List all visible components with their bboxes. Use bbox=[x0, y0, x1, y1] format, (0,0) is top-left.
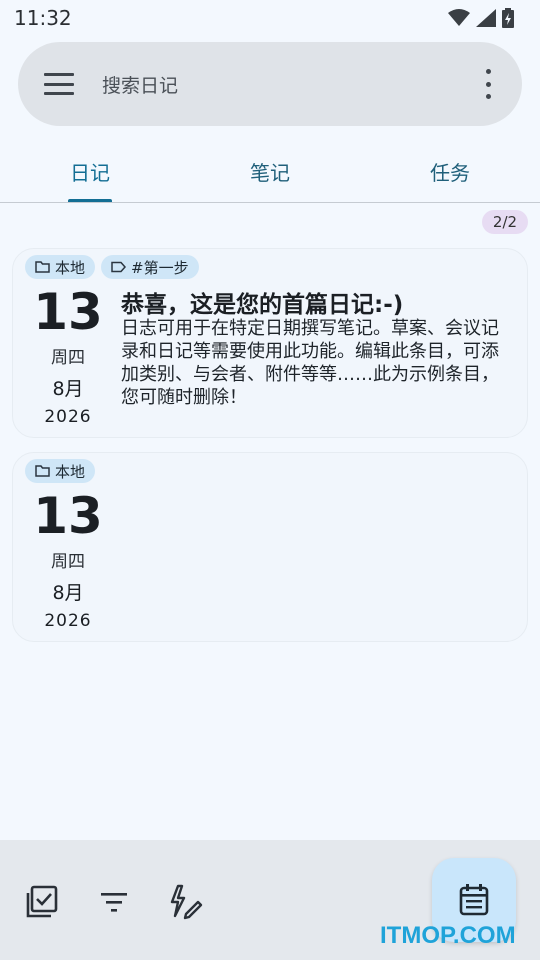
signal-icon bbox=[476, 9, 496, 27]
entry-title: 恭喜，这是您的首篇日记:-) bbox=[121, 292, 404, 318]
date-year: 2026 bbox=[44, 407, 92, 427]
date-year: 2026 bbox=[44, 611, 92, 631]
checklist-icon[interactable] bbox=[24, 884, 60, 920]
status-time: 11:32 bbox=[14, 6, 72, 30]
battery-icon bbox=[502, 8, 514, 28]
status-icons bbox=[448, 8, 514, 28]
folder-icon bbox=[35, 465, 50, 477]
tab-diary[interactable]: 日记 bbox=[0, 140, 180, 202]
tag-icon bbox=[111, 261, 127, 273]
collection-chip[interactable]: 本地 bbox=[25, 459, 96, 483]
date-weekday: 周四 bbox=[51, 552, 85, 572]
tab-notes[interactable]: 笔记 bbox=[180, 140, 360, 202]
entry-date: 13 周四 8月 2026 bbox=[13, 283, 123, 427]
filter-icon[interactable] bbox=[96, 884, 132, 920]
entry-date: 13 周四 8月 2026 bbox=[13, 487, 123, 631]
watermark: ITMOP.COM bbox=[380, 922, 516, 949]
date-day: 13 bbox=[33, 487, 103, 545]
count-badge: 2/2 bbox=[482, 210, 528, 234]
divider bbox=[0, 202, 540, 203]
search-bar[interactable]: 搜索日记 bbox=[18, 42, 522, 126]
tab-bar: 日记 笔记 任务 bbox=[0, 140, 540, 204]
menu-icon[interactable] bbox=[44, 73, 74, 95]
collection-chip[interactable]: 本地 bbox=[25, 255, 96, 279]
date-month: 8月 bbox=[52, 378, 84, 400]
chip-row: 本地 #第一步 bbox=[25, 255, 199, 279]
folder-icon bbox=[35, 261, 50, 273]
chip-row: 本地 bbox=[25, 459, 96, 483]
date-month: 8月 bbox=[52, 582, 84, 604]
entry-body: 日志可用于在特定日期撰写笔记。草案、会议记录和日记等需要使用此功能。编辑此条目，… bbox=[121, 318, 499, 408]
quick-edit-icon[interactable] bbox=[168, 884, 204, 920]
journal-entry-card[interactable]: 本地 13 周四 8月 2026 bbox=[12, 452, 528, 642]
category-chip[interactable]: #第一步 bbox=[101, 255, 199, 279]
journal-add-icon bbox=[459, 884, 489, 916]
tab-tasks[interactable]: 任务 bbox=[360, 140, 540, 202]
status-bar: 11:32 bbox=[0, 0, 540, 36]
more-options-icon[interactable] bbox=[478, 69, 498, 99]
chip-label: 本地 bbox=[55, 462, 86, 481]
date-day: 13 bbox=[33, 283, 103, 341]
date-weekday: 周四 bbox=[51, 348, 85, 368]
chip-label: 本地 bbox=[55, 258, 86, 277]
journal-entry-card[interactable]: 本地 #第一步 13 周四 8月 2026 恭喜，这是您的首篇日记:-) 日志可… bbox=[12, 248, 528, 438]
search-input[interactable]: 搜索日记 bbox=[102, 71, 478, 98]
wifi-icon bbox=[448, 9, 470, 26]
chip-label: #第一步 bbox=[131, 258, 189, 277]
